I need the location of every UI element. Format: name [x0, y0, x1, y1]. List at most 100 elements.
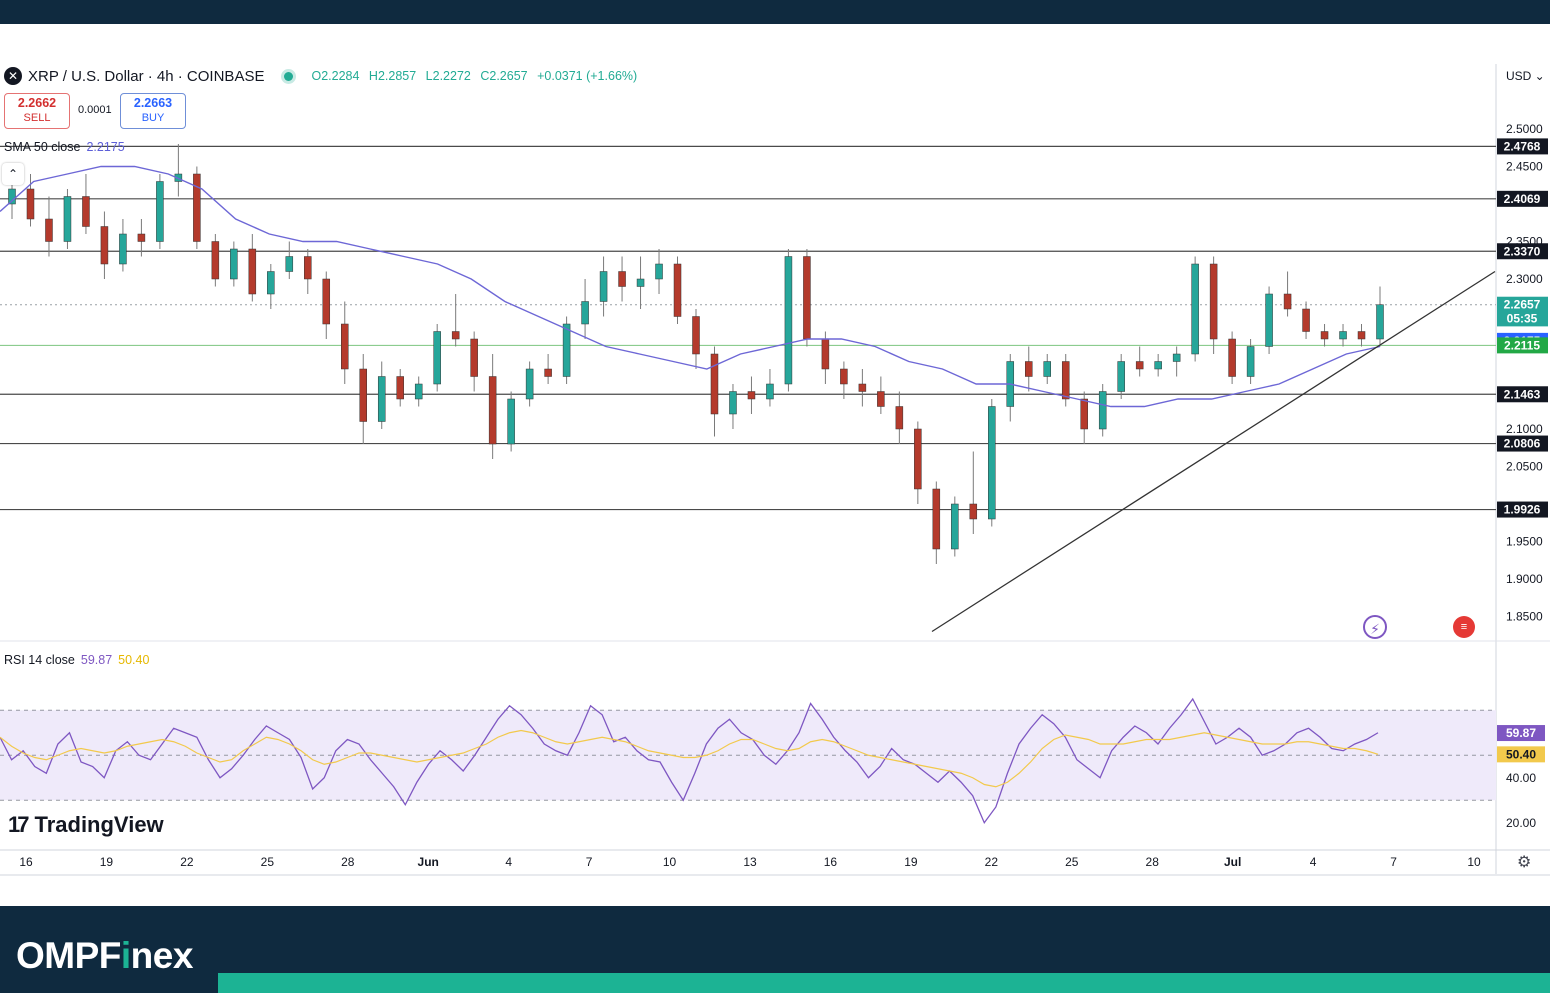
candle-body — [119, 233, 127, 265]
currency-selector[interactable]: USD ⌄ — [1506, 69, 1545, 83]
candle-body — [341, 323, 349, 370]
candle-body — [1246, 346, 1255, 377]
rsi-legend[interactable]: RSI 14 close 59.87 50.40 — [4, 653, 149, 667]
candle-body — [377, 376, 386, 422]
time-tick-label: 7 — [1390, 855, 1397, 869]
candle-body — [692, 316, 700, 355]
time-tick-label: 16 — [824, 855, 838, 869]
candle-body — [747, 391, 756, 400]
candle-body — [932, 488, 941, 550]
candle-body — [414, 383, 423, 400]
price-tick-label: 2.4500 — [1506, 160, 1543, 174]
brand-prefix: OMPF — [16, 935, 121, 976]
candle-body — [914, 428, 922, 490]
time-tick-label: 19 — [904, 855, 918, 869]
time-tick-label: Jul — [1224, 855, 1241, 869]
candle-body — [821, 338, 830, 370]
candle-body — [488, 376, 497, 445]
candle-body — [969, 503, 978, 520]
candle-body — [63, 196, 72, 242]
candle-body — [636, 278, 645, 287]
candle-body — [1154, 361, 1162, 370]
candle-body — [451, 331, 460, 340]
time-tick-label: 4 — [1310, 855, 1317, 869]
candle-body — [1061, 361, 1070, 400]
top-bar — [0, 0, 1550, 24]
candle-body — [562, 323, 571, 377]
brand-accent: i — [120, 935, 131, 976]
sell-label: SELL — [23, 112, 51, 124]
price-label-text: 1.9926 — [1504, 503, 1541, 517]
candle-body — [581, 301, 589, 325]
candle-body — [655, 263, 663, 280]
time-tick-label: 13 — [743, 855, 757, 869]
rsi-title: RSI 14 close — [4, 653, 75, 667]
candle-body — [137, 233, 146, 242]
candle-body — [858, 383, 867, 392]
market-status-dot — [284, 71, 294, 81]
candle-body — [156, 181, 164, 242]
time-tick-label: 28 — [341, 855, 355, 869]
candle-body — [507, 398, 515, 445]
candle-body — [766, 383, 774, 400]
candle-body — [895, 406, 904, 430]
time-tick-label: Jun — [418, 855, 439, 869]
candle-body — [877, 391, 885, 407]
candle-body — [193, 173, 201, 242]
symbol-title[interactable]: XRP / U.S. Dollar · 4h · COINBASE — [28, 68, 264, 85]
candle-body — [599, 271, 608, 302]
price-tick-label: 1.9500 — [1506, 535, 1543, 549]
candle-body — [1265, 293, 1273, 347]
candle-body — [784, 256, 793, 385]
price-label-text: 2.4069 — [1504, 192, 1541, 206]
candle-body — [396, 376, 404, 400]
candle-body — [803, 256, 811, 340]
time-tick-label: 19 — [100, 855, 114, 869]
candle-body — [710, 353, 719, 415]
sma-legend[interactable]: SMA 50 close 2.2175 — [4, 140, 125, 154]
candle-body — [525, 368, 534, 400]
candle-body — [304, 256, 312, 280]
time-tick-label: 25 — [1065, 855, 1079, 869]
sell-price: 2.2662 — [17, 96, 57, 110]
candle-body — [1283, 293, 1292, 310]
time-tick-label: 22 — [985, 855, 999, 869]
us-flag-icon[interactable]: ≡ — [1453, 616, 1475, 638]
time-tick-label: 16 — [19, 855, 33, 869]
price-tick-label: 2.3000 — [1506, 272, 1543, 286]
rsi-value: 59.87 — [80, 653, 113, 667]
candle-body — [618, 271, 626, 287]
sell-button[interactable]: 2.2662 SELL — [4, 93, 70, 129]
chevron-up-icon[interactable]: ⌃ — [2, 163, 24, 185]
candle-body — [1098, 391, 1107, 430]
candle-body — [359, 368, 367, 422]
time-tick-label: 7 — [586, 855, 593, 869]
time-tick-label: 10 — [1467, 855, 1481, 869]
sma-value: 2.2175 — [86, 140, 125, 154]
buy-button[interactable]: 2.2663 BUY — [120, 93, 186, 129]
price-label-text: 2.4768 — [1504, 139, 1541, 153]
candle-body — [230, 248, 238, 280]
ohlc-values: O2.2284 H2.2857 L2.2272 C2.2657 +0.0371 … — [311, 69, 643, 83]
candle-body — [267, 271, 275, 295]
candle-body — [1228, 338, 1236, 377]
rsi-label-text: 50.40 — [1506, 747, 1536, 761]
candle-body — [1172, 353, 1181, 362]
sma-title: SMA 50 close — [4, 140, 81, 154]
settings-icon[interactable]: ⚙ — [1517, 852, 1531, 872]
candle-body — [82, 196, 90, 227]
change-value: +0.0371 (+1.66%) — [537, 69, 638, 83]
price-label-text: 2.2657 — [1504, 298, 1541, 312]
time-tick-label: 25 — [261, 855, 275, 869]
price-tick-label: 2.5000 — [1506, 122, 1543, 136]
price-tick-label: 2.1000 — [1506, 422, 1543, 436]
candle-body — [1025, 361, 1033, 377]
candle-body — [45, 218, 53, 242]
chart-svg[interactable]: 2.50002.45002.35002.30002.10002.05001.95… — [0, 24, 1550, 906]
low-value: L2.2272 — [425, 69, 471, 83]
candle-body — [1339, 331, 1347, 340]
candle-body — [729, 391, 737, 415]
x-icon[interactable]: ✕ — [4, 67, 22, 85]
price-label-text: 05:35 — [1507, 311, 1538, 325]
bolt-icon[interactable]: ⚡ — [1363, 615, 1387, 639]
